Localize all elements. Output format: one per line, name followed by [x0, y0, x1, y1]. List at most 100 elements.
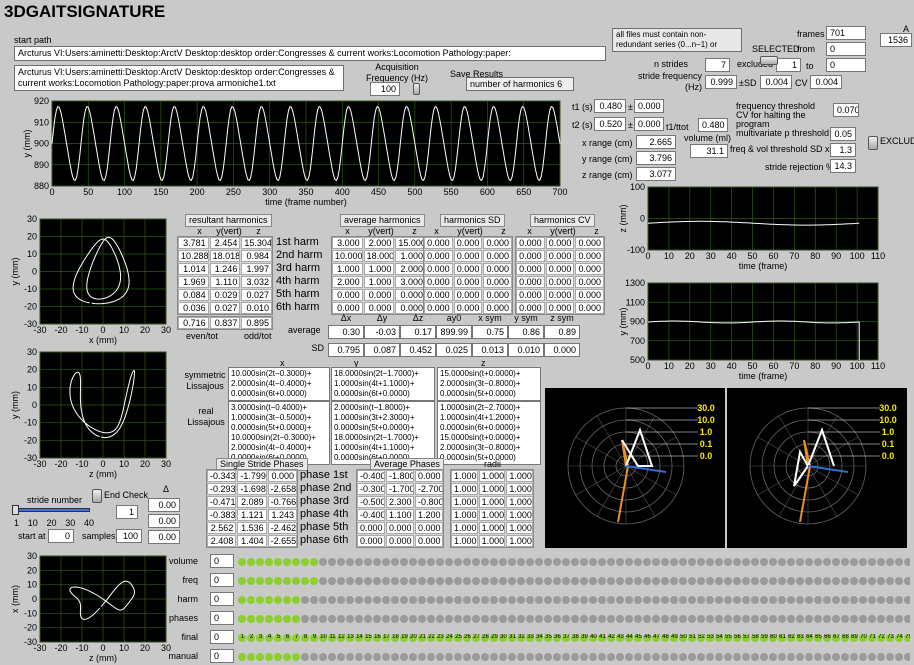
cell: -1.700 [386, 483, 414, 495]
led [706, 576, 714, 585]
led-row-value[interactable]: 0 [210, 611, 234, 625]
cell: 2.562 [207, 522, 237, 534]
led [310, 652, 318, 661]
led [778, 652, 786, 661]
cell: 2.300 [386, 496, 414, 508]
led [571, 557, 579, 566]
y-tick-label: 20 [27, 365, 37, 375]
led-number: 47 [653, 634, 660, 640]
led-row-value[interactable]: 0 [210, 573, 234, 587]
polar-left-label: 180 [552, 461, 567, 471]
stats-avg: -0.03 [364, 325, 400, 339]
stride-slider[interactable] [14, 508, 90, 512]
led [589, 614, 597, 623]
led [346, 595, 354, 604]
led [283, 595, 291, 604]
led [463, 557, 471, 566]
x-tick-label: 40 [727, 361, 737, 371]
cell: 0.000 [545, 237, 575, 249]
y-tick-label: 700 [630, 336, 645, 346]
samples-field[interactable]: 100 [116, 529, 142, 543]
led-row-value[interactable]: 0 [210, 649, 234, 663]
led [247, 652, 255, 661]
led [751, 595, 759, 604]
led [841, 614, 849, 623]
led-row-label: harm [177, 594, 198, 604]
led [436, 557, 444, 566]
cell: 1.000 [506, 509, 533, 521]
led [472, 576, 480, 585]
cell: 0.029 [209, 289, 241, 301]
stride-slider-handle[interactable] [12, 505, 19, 515]
end-check-switch[interactable] [92, 489, 102, 503]
led [769, 595, 777, 604]
x-tick-label: 10 [119, 459, 129, 469]
led [733, 595, 741, 604]
led-number: 9 [312, 634, 317, 640]
cell: -0.400 [357, 509, 385, 521]
led [472, 595, 480, 604]
led-row-value[interactable]: 0 [210, 592, 234, 606]
led [832, 557, 840, 566]
y-tick-label: 10 [27, 249, 37, 259]
led [301, 557, 309, 566]
cell: 0.000 [386, 522, 414, 534]
start-at-field[interactable]: 0 [48, 529, 74, 543]
cell: 0.000 [267, 470, 297, 482]
cell: 15.304 [241, 237, 272, 249]
led [526, 614, 534, 623]
led [517, 557, 525, 566]
led-number: 34 [536, 634, 543, 640]
cell: -1.799 [237, 470, 267, 482]
led [409, 652, 417, 661]
led-number: 49 [671, 634, 678, 640]
led-number: 1 [240, 634, 245, 640]
led-number: 28 [482, 634, 489, 640]
cell: 0.000 [575, 237, 604, 249]
led-number: 55 [725, 634, 732, 640]
led [841, 595, 849, 604]
led-number: 40 [590, 634, 597, 640]
led [238, 595, 246, 604]
y-tick-label: 10 [27, 580, 37, 590]
led [616, 595, 624, 604]
cell: -1.698 [237, 483, 267, 495]
cell: 0.000 [453, 237, 483, 249]
led [418, 557, 426, 566]
led [364, 652, 372, 661]
led [706, 652, 714, 661]
led [841, 652, 849, 661]
led-number: 17 [383, 634, 390, 640]
led [310, 576, 318, 585]
led [391, 595, 399, 604]
stats-sd: 0.025 [436, 343, 472, 357]
average-cols: x y(vert) z [345, 226, 417, 236]
led [877, 576, 885, 585]
stride-number-field[interactable]: 1 [116, 505, 138, 519]
led-row-value[interactable]: 0 [210, 630, 234, 644]
led [553, 652, 561, 661]
harmonic-labels: 1st harm 2nd harm 3rd harm 4th harm 5th harm… [276, 236, 328, 314]
cell: 0.010 [241, 302, 272, 314]
led-number: 37 [563, 634, 570, 640]
delta-label: Δ [163, 484, 170, 494]
led [598, 576, 606, 585]
cell: 0.000 [453, 263, 483, 275]
led [355, 614, 363, 623]
led [292, 576, 300, 585]
led [301, 595, 309, 604]
led [382, 557, 390, 566]
led-numbers: 1 2 3 4 5 6 7 8 9 10 11 12 13 14 15 16 17 18 19 20 21 22 23 24 2… [238, 634, 910, 640]
cell: 2.000 [332, 276, 363, 288]
led-row-value[interactable]: 0 [210, 554, 234, 568]
cell: -0.343 [207, 470, 237, 482]
led [652, 614, 660, 623]
led [382, 614, 390, 623]
sym-liss-z: 15.0000sin(t+0.0000)+ 2.0000sin(3t−0.800… [437, 367, 541, 401]
led [589, 557, 597, 566]
led [553, 595, 561, 604]
led-number: 8 [303, 634, 308, 640]
x-tick-label: 50 [748, 251, 758, 261]
led [886, 576, 894, 585]
led [877, 595, 885, 604]
